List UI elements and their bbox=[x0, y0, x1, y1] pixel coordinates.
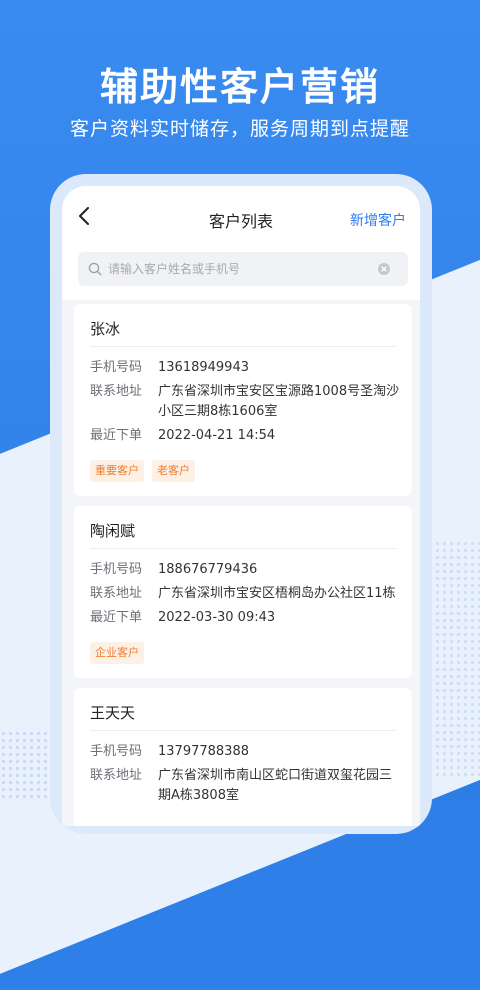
order-label: 最近下单 bbox=[90, 610, 143, 625]
phone-value: 13618949943 bbox=[158, 360, 249, 375]
divider bbox=[90, 730, 396, 731]
phone-label: 手机号码 bbox=[90, 360, 143, 375]
app-screen: 客户列表 新增客户 张冰 手机号码 13618949943 bbox=[62, 186, 420, 826]
address-row: 联系地址 广东省深圳市南山区蛇口街道双玺花园三期A栋3808室 bbox=[90, 766, 400, 806]
back-button[interactable] bbox=[72, 204, 96, 228]
search-input[interactable] bbox=[108, 262, 378, 276]
search-box[interactable] bbox=[78, 252, 408, 286]
customer-name: 张冰 bbox=[90, 320, 121, 338]
tag-list: 重要客户 老客户 bbox=[90, 460, 195, 482]
headline: 辅助性客户营销 bbox=[99, 65, 380, 109]
address-label: 联系地址 bbox=[90, 586, 143, 601]
customer-card[interactable]: 陶闲赋 手机号码 188676779436 联系地址 广东省深圳市宝安区梧桐岛办… bbox=[74, 506, 412, 678]
clear-icon[interactable] bbox=[378, 263, 390, 275]
chevron-left-icon bbox=[78, 207, 90, 225]
customer-name: 王天天 bbox=[90, 704, 136, 722]
phone-row: 手机号码 13797788388 bbox=[90, 742, 400, 762]
add-customer-button[interactable]: 新增客户 bbox=[350, 210, 406, 230]
order-value: 2022-04-21 14:54 bbox=[158, 428, 276, 443]
divider bbox=[90, 346, 396, 347]
phone-frame: 客户列表 新增客户 张冰 手机号码 13618949943 bbox=[50, 174, 432, 834]
tag-list: 企业客户 bbox=[90, 642, 144, 664]
customer-tag: 重要客户 bbox=[90, 460, 144, 482]
phone-label: 手机号码 bbox=[90, 744, 143, 759]
customer-name: 陶闲赋 bbox=[90, 522, 136, 540]
phone-label: 手机号码 bbox=[90, 562, 143, 577]
customer-card[interactable]: 王天天 手机号码 13797788388 联系地址 广东省深圳市南山区蛇口街道双… bbox=[74, 688, 412, 826]
divider bbox=[90, 548, 396, 549]
order-row: 最近下单 2022-04-21 14:54 bbox=[90, 426, 400, 446]
address-label: 联系地址 bbox=[90, 768, 143, 783]
customer-tag: 企业客户 bbox=[90, 642, 144, 664]
customer-tag: 老客户 bbox=[152, 460, 195, 482]
address-value: 广东省深圳市宝安区宝源路1008号圣淘沙小区三期8栋1606室 bbox=[158, 384, 400, 419]
address-value: 广东省深圳市宝安区梧桐岛办公社区11栋 bbox=[158, 586, 396, 601]
subheadline: 客户资料实时储存，服务周期到点提醒 bbox=[69, 118, 410, 140]
address-label: 联系地址 bbox=[90, 384, 143, 399]
order-value: 2022-03-30 09:43 bbox=[158, 610, 276, 625]
phone-value: 13797788388 bbox=[158, 744, 249, 759]
address-row: 联系地址 广东省深圳市宝安区宝源路1008号圣淘沙小区三期8栋1606室 bbox=[90, 382, 400, 422]
search-icon bbox=[88, 262, 102, 276]
search-bar bbox=[62, 248, 420, 300]
phone-value: 188676779436 bbox=[158, 562, 258, 577]
order-label: 最近下单 bbox=[90, 428, 143, 443]
address-value: 广东省深圳市南山区蛇口街道双玺花园三期A栋3808室 bbox=[158, 768, 393, 803]
nav-bar: 客户列表 新增客户 bbox=[62, 186, 420, 248]
phone-row: 手机号码 13618949943 bbox=[90, 358, 400, 378]
order-row: 最近下单 2022-03-30 09:43 bbox=[90, 608, 400, 628]
phone-row: 手机号码 188676779436 bbox=[90, 560, 400, 580]
address-row: 联系地址 广东省深圳市宝安区梧桐岛办公社区11栋 bbox=[90, 584, 400, 604]
customer-card[interactable]: 张冰 手机号码 13618949943 联系地址 广东省深圳市宝安区宝源路100… bbox=[74, 304, 412, 496]
